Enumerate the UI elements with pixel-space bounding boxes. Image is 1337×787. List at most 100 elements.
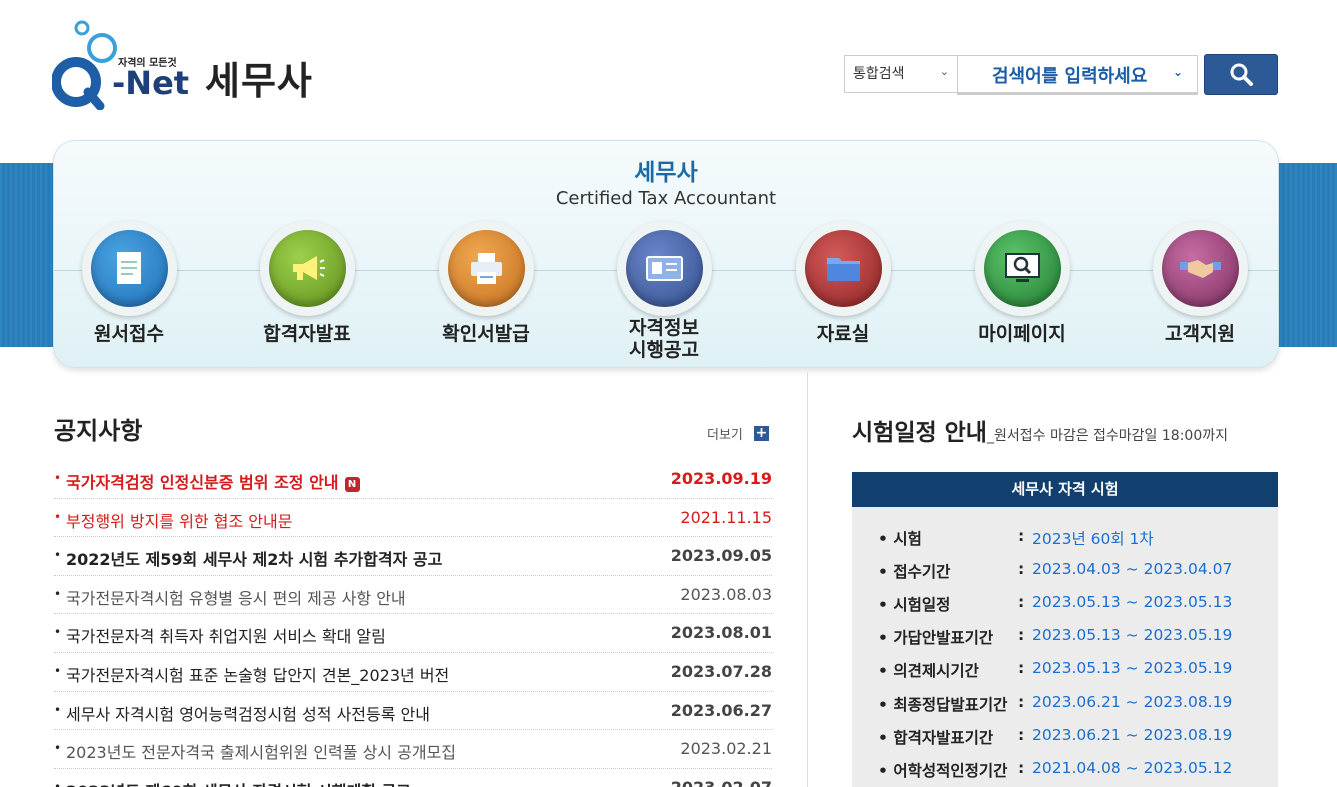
notice-item[interactable]: • 세무사 자격시험 영어능력검정시험 성적 사전등록 안내 2023.06.2…: [54, 692, 772, 731]
menu-icon-ring: [260, 221, 355, 316]
notice-date: 2023.07.28: [670, 661, 772, 681]
schedule-colon: :: [1018, 693, 1025, 711]
document-icon: [91, 230, 168, 307]
notice-item[interactable]: • 2023년도 전문자격국 출제시험위원 인력풀 상시 공개모집 2023.0…: [54, 730, 772, 769]
menu-icon-ring: [439, 221, 534, 316]
bullet-icon: •: [54, 509, 62, 524]
schedule-colon: :: [1018, 759, 1025, 777]
schedule-colon: :: [1018, 659, 1025, 677]
notice-text: 2023년도 제60회 세무사 자격시험 시행계획 공고: [66, 778, 411, 787]
search-placeholder: 검색어를 입력하세요: [992, 66, 1148, 87]
qnet-logo[interactable]: 자격의 모든것 -Net: [51, 20, 192, 111]
schedule-colon: :: [1018, 626, 1025, 644]
search-button[interactable]: [1204, 54, 1278, 95]
menu-label: 마이페이지: [978, 323, 1066, 345]
schedule-colon: :: [1018, 560, 1025, 578]
notice-list: • 국가자격검정 인정신분증 범위 조정 안내 N 2023.09.19 • 부정…: [54, 460, 772, 787]
menu-label: 고객지원: [1165, 323, 1235, 345]
schedule-value: 2023년 60회 1차: [1032, 530, 1154, 548]
monitor-search-icon: [984, 230, 1061, 307]
menu-icon-ring: [975, 221, 1070, 316]
notice-text: 국가전문자격시험 표준 논술형 답안지 견본_2023년 버전: [66, 665, 450, 685]
schedule-table-title: 세무사 자격 시험: [852, 472, 1278, 507]
menu-icon-ring: [617, 221, 712, 316]
bullet-icon: •: [54, 663, 62, 678]
bullet-icon: •: [54, 625, 62, 640]
notice-item[interactable]: • 국가전문자격시험 표준 논술형 답안지 견본_2023년 버전 2023.0…: [54, 653, 772, 692]
menu-label-line1: 자격정보: [629, 317, 699, 339]
schedule-value: 2023.05.13 ~ 2023.05.13: [1032, 593, 1233, 611]
folder-icon: [805, 230, 882, 307]
notice-date: 2023.06.27: [670, 700, 772, 720]
megaphone-icon: [269, 230, 346, 307]
schedule-key: • 어학성적인정기간: [878, 762, 1008, 780]
exam-menu-panel: 세무사 Certified Tax Accountant 원서접수 합격자발표: [53, 140, 1279, 368]
menu-exam-info[interactable]: 자격정보 시행공고: [579, 221, 749, 361]
notice-date: 2023.09.19: [670, 469, 772, 488]
handshake-icon: [1162, 230, 1239, 307]
search-input[interactable]: 검색어를 입력하세요 ⌄: [957, 55, 1198, 95]
menu-certificate[interactable]: 확인서발급: [401, 221, 571, 361]
panel-subtitle: Certified Tax Accountant: [555, 188, 777, 209]
schedule-key: • 가답안발표기간: [878, 629, 994, 647]
menu-results[interactable]: 합격자발표: [222, 221, 392, 361]
schedule-value: 2023.05.13 ~ 2023.05.19: [1032, 626, 1233, 644]
notice-text: 국가전문자격시험 유형별 응시 편의 제공 사항 안내: [66, 588, 406, 608]
menu-icon-ring: [1153, 221, 1248, 316]
notice-text: 부정행위 방지를 위한 협조 안내문: [66, 511, 293, 531]
plus-icon[interactable]: +: [754, 426, 769, 441]
schedule-table: • 시험:2023년 60회 1차 • 접수기간:2023.04.03 ~ 20…: [852, 507, 1278, 787]
search-scope-select[interactable]: 통합검색 ⌄: [844, 55, 958, 93]
schedule-colon: :: [1018, 726, 1025, 744]
menu-archive[interactable]: 자료실: [758, 221, 928, 361]
notice-item[interactable]: • 국가전문자격시험 유형별 응시 편의 제공 사항 안내 2023.08.03: [54, 576, 772, 615]
notice-item[interactable]: • 부정행위 방지를 위한 협조 안내문 2021.11.15: [54, 499, 772, 538]
schedule-key: • 시험: [878, 530, 922, 548]
menu-label: 확인서발급: [442, 323, 530, 345]
menu-label: 합격자발표: [263, 323, 351, 345]
schedule-colon: :: [1018, 593, 1025, 611]
notice-text: 국가전문자격 취득자 취업지원 서비스 확대 알림: [66, 627, 386, 647]
bullet-icon: •: [54, 586, 62, 601]
menu-application[interactable]: 원서접수: [44, 221, 214, 361]
menu-icon-ring: [82, 221, 177, 316]
logo-brand: -Net: [112, 64, 190, 102]
notice-date: 2023.08.01: [670, 623, 772, 643]
menu-mypage[interactable]: 마이페이지: [937, 221, 1107, 361]
schedule-key: • 합격자발표기간: [878, 729, 994, 747]
id-card-icon: [626, 230, 703, 307]
chevron-down-icon: ⌄: [1172, 65, 1183, 79]
notice-date: 2023.02.21: [680, 739, 772, 759]
menu-support[interactable]: 고객지원: [1115, 221, 1285, 361]
site-title: 세무사: [205, 59, 313, 103]
schedule-subtitle: _원서접수 마감은 접수마감일 18:00까지: [986, 428, 1228, 444]
notice-item[interactable]: • 국가전문자격 취득자 취업지원 서비스 확대 알림 2023.08.01: [54, 614, 772, 653]
notice-more-link[interactable]: 더보기: [707, 424, 743, 443]
menu-icon-ring: [796, 221, 891, 316]
schedule-value: 2023.04.03 ~ 2023.04.07: [1032, 560, 1233, 578]
chevron-down-icon: ⌄: [939, 65, 949, 78]
schedule-title: 시험일정 안내: [852, 420, 987, 446]
bullet-icon: •: [54, 702, 62, 717]
schedule-colon: :: [1018, 527, 1025, 545]
bullet-icon: •: [54, 741, 62, 756]
schedule-section-title: 시험일정 안내_원서접수 마감은 접수마감일 18:00까지: [852, 413, 1228, 447]
search-scope-label: 통합검색: [853, 66, 905, 82]
schedule-key: • 시험일정: [878, 596, 951, 614]
menu-label: 원서접수: [94, 323, 164, 345]
notice-date: 2023.08.03: [680, 584, 772, 604]
notice-text: 2022년도 제59회 세무사 제2차 시험 추가합격자 공고: [66, 550, 443, 570]
notice-section-title: 공지사항: [54, 417, 143, 445]
notice-item[interactable]: • 2022년도 제59회 세무사 제2차 시험 추가합격자 공고 2023.0…: [54, 537, 772, 576]
column-divider: [807, 372, 808, 787]
schedule-key: • 최종정답발표기간: [878, 696, 1008, 714]
printer-icon: [448, 230, 525, 307]
notice-date: 2023.09.05: [670, 546, 772, 566]
notice-item[interactable]: • 2023년도 제60회 세무사 자격시험 시행계획 공고 2023.02.0…: [54, 769, 772, 787]
menu-label: 자료실: [816, 323, 870, 345]
schedule-value: 2023.06.21 ~ 2023.08.19: [1032, 693, 1233, 711]
schedule-value: 2021.04.08 ~ 2023.05.12: [1032, 759, 1233, 777]
schedule-key: • 접수기간: [878, 563, 951, 581]
notice-item[interactable]: • 국가자격검정 인정신분증 범위 조정 안내 N 2023.09.19: [54, 460, 772, 499]
notice-date: 2023.02.07: [671, 778, 772, 787]
